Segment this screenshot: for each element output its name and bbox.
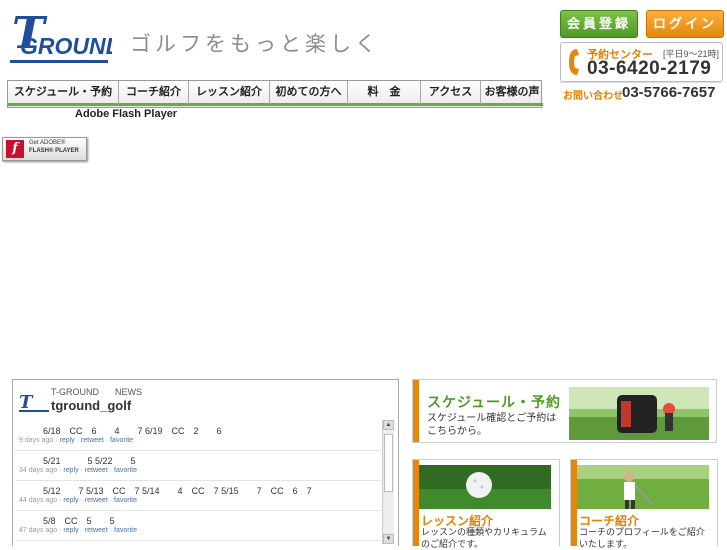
reply-link[interactable]: reply xyxy=(59,437,74,444)
schedule-panel-title: スケジュール・予約 xyxy=(427,394,562,410)
reservation-center-box: 予約センター [平日9〜21時] 03-6420-2179 xyxy=(560,42,723,82)
reservation-phone[interactable]: 03-6420-2179 xyxy=(587,58,711,80)
golfer-photo xyxy=(577,465,709,509)
tweet-text: 6/18 CC 6 4 7 6/19 CC 2 6 xyxy=(43,426,222,436)
flash-title: Adobe Flash Player xyxy=(75,108,178,120)
tground-small-logo: T xyxy=(17,390,53,414)
nav-item-schedule[interactable]: スケジュール・予約 xyxy=(8,81,119,106)
retweet-link[interactable]: retweet xyxy=(85,497,108,504)
favorite-link[interactable]: favorite xyxy=(110,437,133,444)
tground-logo[interactable]: T GROUND xyxy=(6,8,122,74)
tweet-meta: 44 days ago · reply · retweet · favorite xyxy=(19,497,137,504)
lesson-panel-desc: レッスンの種類やカリキュラム のご紹介です。 xyxy=(421,527,547,549)
login-button[interactable]: ログイン xyxy=(646,10,724,38)
flash-badge-brand: FLASH® PLAYER xyxy=(29,148,79,154)
retweet-link[interactable]: retweet xyxy=(81,437,104,444)
inquiry-box: お問い合わせ 03-5766-7657 xyxy=(560,82,721,103)
tweet-item: 5/12 7 5/13 CC 7 5/14 4 CC 7 5/15 7 CC 6… xyxy=(15,482,381,511)
tweet-list: 6/18 CC 6 4 7 6/19 CC 2 6 9 days ago · r… xyxy=(15,422,381,546)
twitter-news-label: NEWS xyxy=(115,387,142,397)
favorite-link[interactable]: favorite xyxy=(114,467,137,474)
twitter-org: T-GROUND xyxy=(51,387,99,397)
svg-text:T: T xyxy=(19,392,34,413)
scroll-up-icon[interactable]: ▲ xyxy=(383,420,394,430)
nav-item-first-time[interactable]: 初めての方へ xyxy=(270,81,348,106)
reply-link[interactable]: reply xyxy=(63,467,78,474)
tweet-item: 5/21 5 5/22 5 34 days ago · reply · retw… xyxy=(15,452,381,481)
reply-link[interactable]: reply xyxy=(63,527,78,534)
favorite-link[interactable]: favorite xyxy=(114,497,137,504)
nav-item-testimonials[interactable]: お客様の声 xyxy=(481,81,543,106)
svg-text:GROUND: GROUND xyxy=(20,33,112,59)
nav-item-access[interactable]: アクセス xyxy=(421,81,481,106)
coach-panel-desc: コーチのプロフィールをご紹介 いたします。 xyxy=(579,527,705,549)
main-nav: スケジュール・予約 コーチ紹介 レッスン紹介 初めての方へ 料 金 アクセス お… xyxy=(7,80,543,108)
nav-item-pricing[interactable]: 料 金 xyxy=(348,81,421,106)
get-flash-player-button[interactable]: f Get ADOBE® FLASH® PLAYER xyxy=(2,137,87,161)
retweet-link[interactable]: retweet xyxy=(85,527,108,534)
tweet-scrollbar[interactable]: ▲ ▼ xyxy=(382,420,394,544)
tweet-age: 44 days ago xyxy=(19,497,58,504)
reply-link[interactable]: reply xyxy=(63,497,78,504)
twitter-username[interactable]: tground_golf xyxy=(51,398,131,413)
tweet-age: 47 days ago xyxy=(19,527,58,534)
golf-bag-photo xyxy=(569,387,709,440)
inquiry-label: お問い合わせ xyxy=(563,91,623,102)
tweet-meta: 34 days ago · reply · retweet · favorite xyxy=(19,467,137,474)
flash-icon: f xyxy=(6,140,24,158)
twitter-widget: T T-GROUND NEWS tground_golf 6/18 CC 6 4… xyxy=(12,379,399,546)
golf-ball-photo xyxy=(419,465,551,509)
tweet-age: 9 days ago xyxy=(19,437,54,444)
schedule-panel[interactable]: スケジュール・予約 スケジュール確認とご予約は こちらから。 xyxy=(412,379,717,443)
phone-icon xyxy=(567,47,581,77)
nav-item-coach[interactable]: コーチ紹介 xyxy=(119,81,189,106)
tweet-meta: 47 days ago · reply · retweet · favorite xyxy=(19,527,137,534)
retweet-link[interactable]: retweet xyxy=(85,467,108,474)
tweet-text: 5/12 7 5/13 CC 7 5/14 4 CC 7 5/15 7 CC 6… xyxy=(43,486,312,496)
coach-panel[interactable]: コーチ紹介 コーチのプロフィールをご紹介 いたします。 xyxy=(570,459,718,549)
panel-accent-stripe xyxy=(413,380,419,442)
inquiry-phone[interactable]: 03-5766-7657 xyxy=(622,84,715,101)
tweet-item: 6/18 CC 6 4 7 6/19 CC 2 6 9 days ago · r… xyxy=(15,422,381,451)
flash-badge-get: Get ADOBE® xyxy=(29,140,66,146)
nav-item-lesson[interactable]: レッスン紹介 xyxy=(189,81,270,106)
tweet-age: 34 days ago xyxy=(19,467,58,474)
lesson-panel[interactable]: レッスン紹介 レッスンの種類やカリキュラム のご紹介です。 xyxy=(412,459,560,549)
register-button[interactable]: 会員登録 xyxy=(560,10,638,38)
schedule-panel-desc: スケジュール確認とご予約は こちらから。 xyxy=(427,413,557,437)
tweet-text: 5/21 5 5/22 5 xyxy=(43,456,136,466)
tagline: ゴルフをもっと楽しく xyxy=(130,33,380,56)
tweet-meta: 9 days ago · reply · retweet · favorite xyxy=(19,437,134,444)
tweet-text: 5/8 CC 5 5 xyxy=(43,516,115,526)
scroll-down-icon[interactable]: ▼ xyxy=(383,534,394,544)
favorite-link[interactable]: favorite xyxy=(114,527,137,534)
scroll-thumb[interactable] xyxy=(384,434,393,492)
tweet-item: 5/8 CC 5 5 47 days ago · reply · retweet… xyxy=(15,512,381,541)
